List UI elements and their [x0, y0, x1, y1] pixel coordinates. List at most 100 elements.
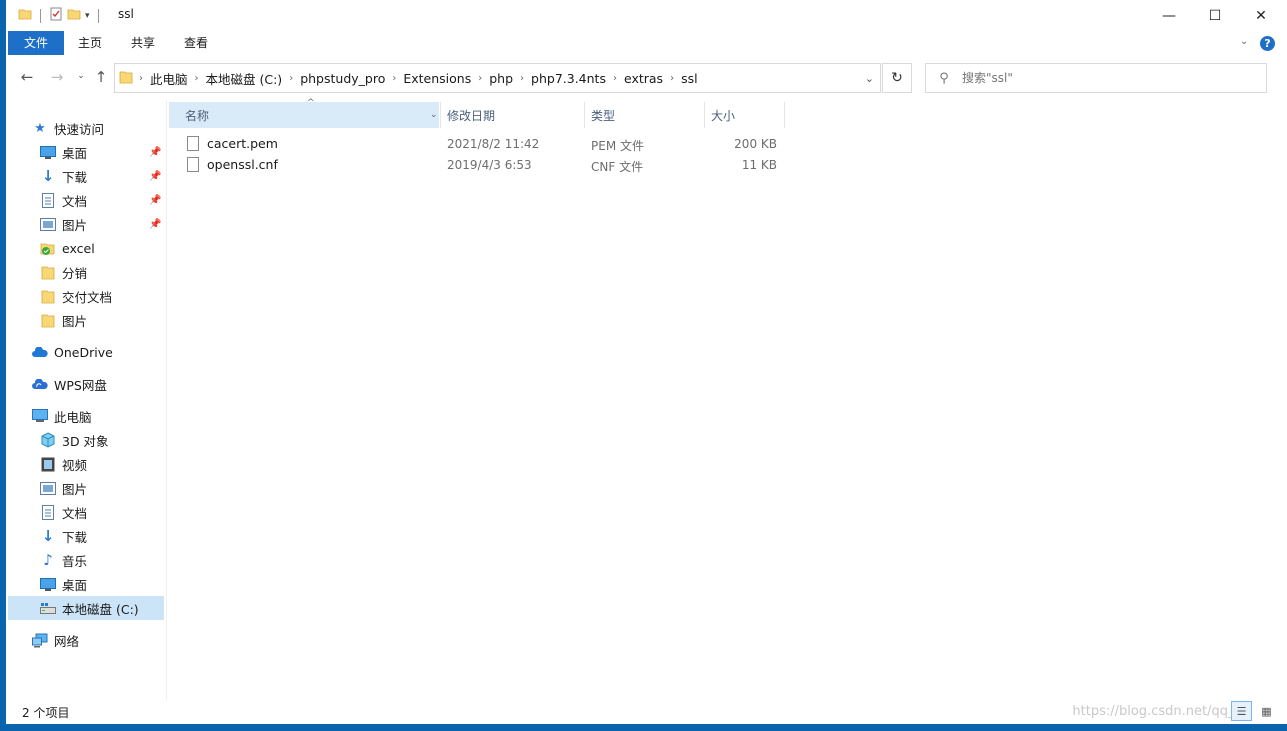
- up-arrow-icon[interactable]: ↑: [92, 68, 110, 88]
- recent-locations-chevron-icon[interactable]: ⌄: [72, 71, 90, 91]
- tab-view[interactable]: 查看: [170, 31, 222, 55]
- new-folder-icon[interactable]: [67, 7, 81, 24]
- maximize-button[interactable]: ☐: [1192, 0, 1238, 31]
- column-divider[interactable]: [584, 102, 585, 128]
- title-bar: ▾ ssl — ☐ ✕: [6, 0, 1287, 31]
- help-icon[interactable]: ?: [1260, 36, 1275, 51]
- desktop-icon: [40, 576, 56, 592]
- sidebar-item-desktop[interactable]: 桌面: [40, 140, 87, 164]
- sidebar-item-label: 图片: [62, 217, 88, 233]
- file-modified: 2019/4/3 6:53: [447, 158, 532, 172]
- sidebar-item-network[interactable]: 网络: [32, 628, 79, 652]
- watermark-text: https://blog.csdn.net/qq_41: [1072, 704, 1251, 719]
- breadcrumb-item[interactable]: Extensions: [398, 71, 476, 86]
- breadcrumb-item[interactable]: 本地磁盘 (C:): [201, 69, 288, 88]
- chevron-right-icon[interactable]: ›: [611, 73, 619, 84]
- sidebar-item-pictures-folder[interactable]: 图片: [40, 308, 87, 332]
- address-bar[interactable]: › 此电脑 › 本地磁盘 (C:) › phpstudy_pro › Exten…: [114, 63, 881, 93]
- sidebar-item-label: 3D 对象: [62, 433, 109, 449]
- film-icon: [40, 456, 56, 472]
- refresh-button[interactable]: ↻: [882, 63, 912, 93]
- pin-icon[interactable]: 📌: [149, 147, 161, 158]
- search-input[interactable]: [962, 71, 1252, 85]
- tab-home[interactable]: 主页: [64, 31, 116, 55]
- table-row[interactable]: openssl.cnf 2019/4/3 6:53 CNF 文件 11 KB: [187, 155, 787, 176]
- sidebar-item-pictures[interactable]: 图片: [40, 212, 87, 236]
- breadcrumb-item[interactable]: ssl: [676, 71, 703, 86]
- close-button[interactable]: ✕: [1238, 0, 1284, 31]
- status-bar: 2 个项目 https://blog.csdn.net/qq_41 ☰ ▦: [6, 700, 1287, 724]
- details-view-icon[interactable]: ☰: [1231, 701, 1252, 721]
- column-header-modified[interactable]: 修改日期: [447, 102, 581, 128]
- taskbar-strip: [6, 724, 1287, 731]
- star-icon: ★: [34, 120, 46, 136]
- minimize-button[interactable]: —: [1146, 0, 1192, 31]
- customize-toolbar-icon[interactable]: ▾: [85, 11, 90, 21]
- download-arrow-icon: ↓: [41, 527, 55, 545]
- pin-icon[interactable]: 📌: [149, 195, 161, 206]
- chevron-right-icon[interactable]: ›: [137, 73, 145, 84]
- breadcrumb-item[interactable]: php: [484, 71, 518, 86]
- chevron-right-icon[interactable]: ›: [287, 73, 295, 84]
- sidebar-item-downloads[interactable]: ↓ 下载: [40, 164, 87, 188]
- column-header-name[interactable]: 名称 ^ ⌄: [169, 98, 439, 128]
- properties-icon[interactable]: [49, 7, 63, 24]
- sidebar-item-delivery-docs[interactable]: 交付文档: [40, 284, 112, 308]
- chevron-right-icon[interactable]: ›: [668, 73, 676, 84]
- address-history-chevron-icon[interactable]: ⌄: [865, 72, 874, 85]
- pin-icon[interactable]: 📌: [149, 219, 161, 230]
- pin-icon[interactable]: 📌: [149, 171, 161, 182]
- sidebar-item-documents-pc[interactable]: 文档: [40, 500, 87, 524]
- sidebar-item-quick-access[interactable]: ★ 快速访问: [32, 116, 104, 140]
- file-name: openssl.cnf: [207, 157, 278, 172]
- tab-file[interactable]: 文件: [8, 31, 64, 55]
- breadcrumb-item[interactable]: php7.3.4nts: [526, 71, 611, 86]
- sidebar-item-this-pc[interactable]: 此电脑: [32, 404, 92, 428]
- search-box[interactable]: ⚲: [925, 63, 1267, 93]
- chevron-right-icon[interactable]: ›: [390, 73, 398, 84]
- breadcrumb-item[interactable]: extras: [619, 71, 668, 86]
- tab-share[interactable]: 共享: [117, 31, 169, 55]
- table-row[interactable]: cacert.pem 2021/8/2 11:42 PEM 文件 200 KB: [187, 134, 787, 155]
- back-arrow-icon[interactable]: ←: [18, 68, 36, 88]
- sidebar-item-label: 下载: [62, 529, 88, 545]
- sidebar-item-downloads-pc[interactable]: ↓ 下载: [40, 524, 87, 548]
- sidebar-item-label: 桌面: [62, 577, 88, 593]
- breadcrumb-item[interactable]: 此电脑: [145, 69, 193, 88]
- chevron-right-icon[interactable]: ›: [193, 73, 201, 84]
- large-icons-view-icon[interactable]: ▦: [1256, 701, 1277, 721]
- sidebar-item-onedrive[interactable]: OneDrive: [32, 340, 113, 364]
- quick-access-toolbar: ▾: [18, 7, 103, 24]
- breadcrumb-item[interactable]: phpstudy_pro: [295, 71, 390, 86]
- file-name: cacert.pem: [207, 136, 278, 151]
- folder-icon: [119, 69, 133, 88]
- chevron-down-icon[interactable]: ⌄: [430, 110, 438, 120]
- sidebar-item-label: 文档: [62, 505, 88, 521]
- forward-arrow-icon[interactable]: →: [48, 68, 66, 88]
- chevron-right-icon[interactable]: ›: [518, 73, 526, 84]
- folder-icon: [40, 264, 56, 280]
- sidebar-item-videos[interactable]: 视频: [40, 452, 87, 476]
- sidebar-item-music[interactable]: ♪ 音乐: [40, 548, 87, 572]
- sidebar-item-label: 桌面: [62, 145, 88, 161]
- sidebar-item-excel[interactable]: excel: [40, 236, 95, 260]
- column-header-type[interactable]: 类型: [591, 102, 701, 128]
- expand-ribbon-icon[interactable]: ⌄: [1240, 36, 1248, 47]
- sidebar-item-label: 分销: [62, 265, 88, 281]
- sidebar-item-label: OneDrive: [54, 344, 113, 360]
- sidebar-item-local-disk-c[interactable]: 本地磁盘 (C:): [8, 596, 164, 620]
- column-divider[interactable]: [704, 102, 705, 128]
- sidebar-item-label: 图片: [62, 313, 88, 329]
- column-divider[interactable]: [440, 102, 441, 128]
- sidebar-item-documents[interactable]: 文档: [40, 188, 87, 212]
- column-header-size[interactable]: 大小: [711, 102, 781, 128]
- sidebar-item-fenxiao[interactable]: 分销: [40, 260, 87, 284]
- sidebar-item-desktop-pc[interactable]: 桌面: [40, 572, 87, 596]
- file-size: 200 KB: [734, 137, 777, 151]
- sidebar-item-wps-drive[interactable]: WPS网盘: [32, 372, 107, 396]
- chevron-right-icon[interactable]: ›: [476, 73, 484, 84]
- sidebar-item-pictures-pc[interactable]: 图片: [40, 476, 87, 500]
- navigation-pane: ★ 快速访问 桌面 📌 ↓ 下载 📌 文档 📌 图片 📌 excel 分销 交付…: [6, 100, 166, 700]
- column-divider[interactable]: [784, 102, 785, 128]
- sidebar-item-3d-objects[interactable]: 3D 对象: [40, 428, 109, 452]
